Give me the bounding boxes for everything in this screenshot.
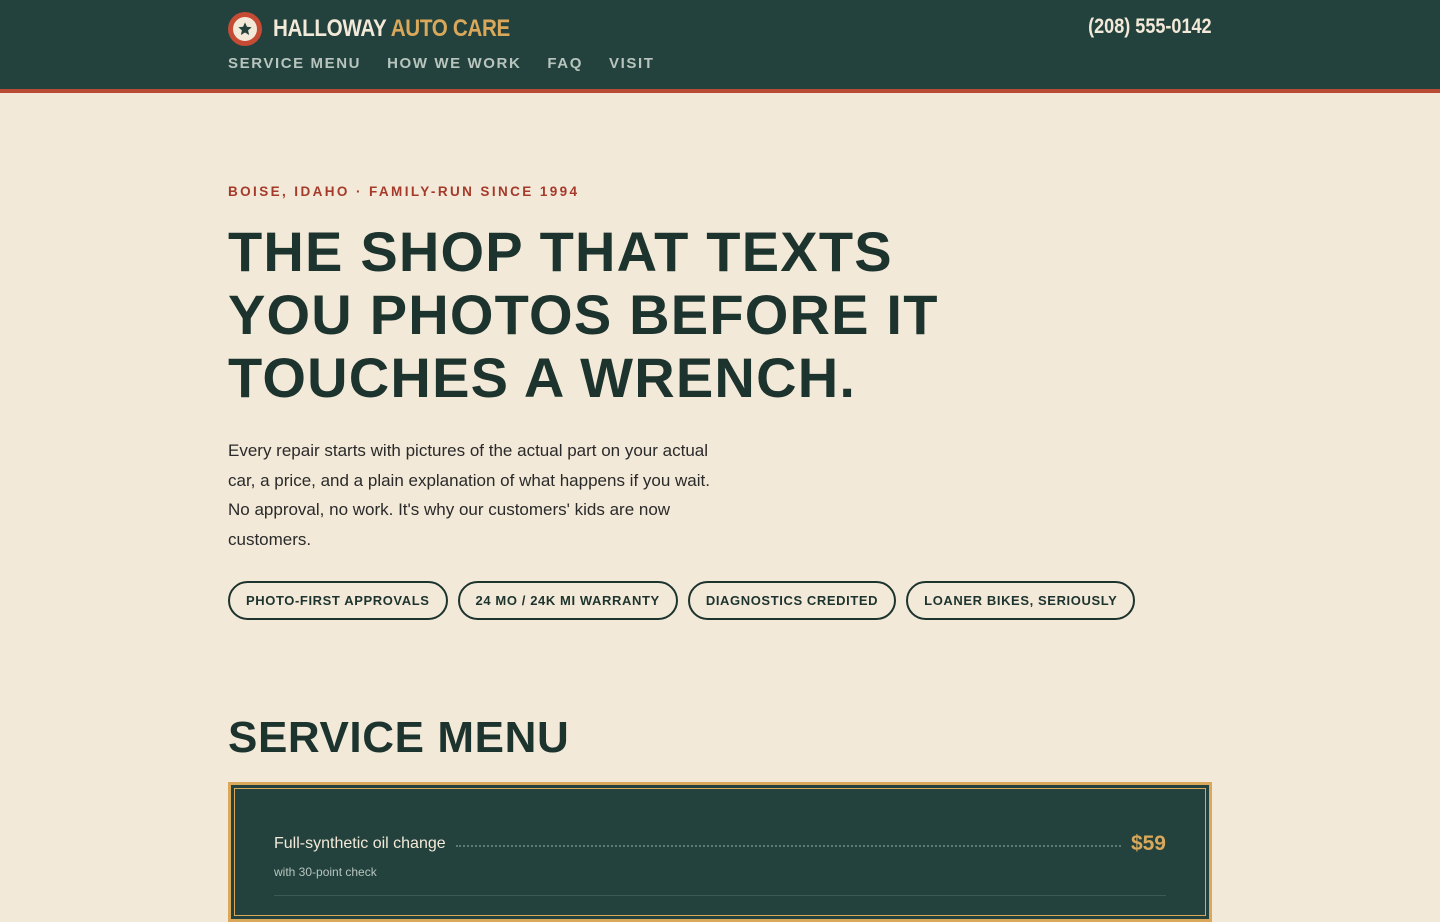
hero-lede: Every repair starts with pictures of the… xyxy=(228,441,710,549)
menu-divider xyxy=(274,895,1166,896)
nav-item-how-we-work[interactable]: HOW WE WORK xyxy=(387,55,521,72)
service-menu-card: Full-synthetic oil change $59 with 30-po… xyxy=(228,782,1212,922)
menu-item-name: Full-synthetic oil change xyxy=(274,835,446,852)
site-header: HALLOWAY AUTO CARE (208) 555-0142 SERVIC… xyxy=(0,0,1440,93)
pill-warranty: 24 MO / 24K MI WARRANTY xyxy=(457,581,678,620)
service-menu-title: SERVICE MENU xyxy=(228,713,570,762)
hero-headline: THE SHOP THAT TEXTS YOU PHOTOS BEFORE IT… xyxy=(228,220,939,409)
pill-diagnostics: DIAGNOSTICS CREDITED xyxy=(687,581,897,620)
brand[interactable]: HALLOWAY AUTO CARE xyxy=(228,12,549,46)
main-nav: SERVICE MENU HOW WE WORK FAQ VISIT xyxy=(228,55,681,72)
menu-item-leader xyxy=(455,845,1121,847)
brand-name-accent: AUTO CARE xyxy=(390,15,511,42)
pill-photo-first: PHOTO-FIRST APPROVALS xyxy=(228,581,448,620)
menu-item-price: $59 xyxy=(1130,832,1166,855)
nav-item-faq[interactable]: FAQ xyxy=(547,55,583,72)
hero-eyebrow: BOISE, IDAHO · FAMILY-RUN SINCE 1994 xyxy=(228,184,580,199)
star-badge-icon xyxy=(228,12,262,46)
nav-item-visit[interactable]: VISIT xyxy=(609,55,655,72)
menu-item[interactable]: Full-synthetic oil change $59 with 30-po… xyxy=(274,832,1166,879)
phone-link[interactable]: (208) 555-0142 xyxy=(1088,15,1212,39)
brand-name: HALLOWAY AUTO CARE xyxy=(273,15,510,43)
brand-name-primary: HALLOWAY xyxy=(273,15,387,42)
menu-item-subtext: with 30-point check xyxy=(274,865,377,879)
nav-item-service-menu[interactable]: SERVICE MENU xyxy=(228,55,361,72)
pill-loaner-bikes: LOANER BIKES, SERIOUSLY xyxy=(906,581,1136,620)
feature-pills: PHOTO-FIRST APPROVALS 24 MO / 24K MI WAR… xyxy=(228,581,1145,620)
